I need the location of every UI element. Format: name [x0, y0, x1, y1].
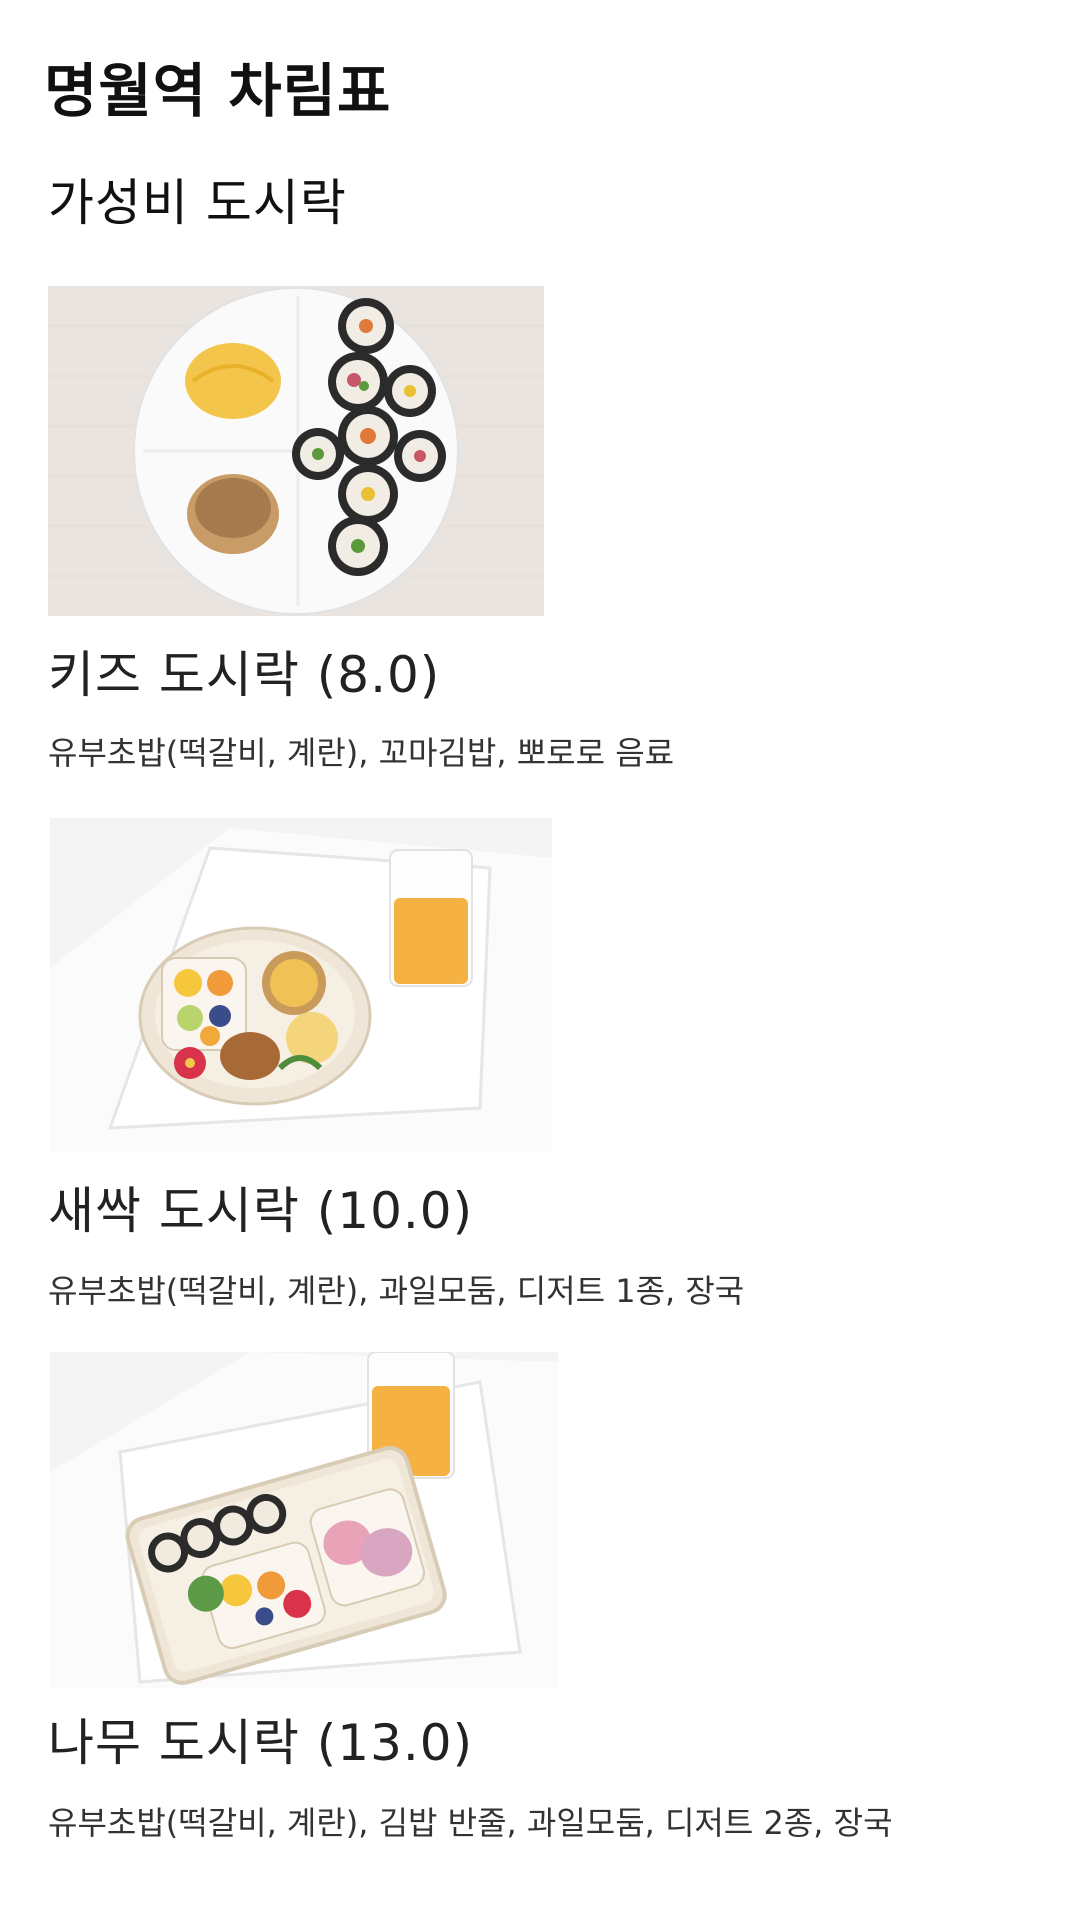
- menu-page: 명월역 차림표 가성비 도시락 키즈 도시락 (8.0) 유부초밥(떡갈비, 계…: [0, 0, 1080, 1920]
- section-subtitle: 가성비 도시락: [48, 174, 347, 232]
- page-title: 명월역 차림표: [44, 57, 392, 125]
- menu-item-name: 나무 도시락 (13.0): [48, 1714, 474, 1772]
- menu-item-name: 새싹 도시락 (10.0): [48, 1182, 474, 1240]
- kids-lunchbox-photo: [48, 286, 544, 616]
- tree-lunchbox-photo: [50, 1352, 558, 1688]
- sprout-lunchbox-photo: [50, 818, 552, 1152]
- menu-item-description: 유부초밥(떡갈비, 계란), 김밥 반줄, 과일모둠, 디저트 2종, 장국: [48, 1804, 893, 1842]
- menu-item-description: 유부초밥(떡갈비, 계란), 꼬마김밥, 뽀로로 음료: [48, 734, 675, 772]
- menu-item-description: 유부초밥(떡갈비, 계란), 과일모둠, 디저트 1종, 장국: [48, 1272, 745, 1310]
- menu-item-name: 키즈 도시락 (8.0): [48, 646, 441, 704]
